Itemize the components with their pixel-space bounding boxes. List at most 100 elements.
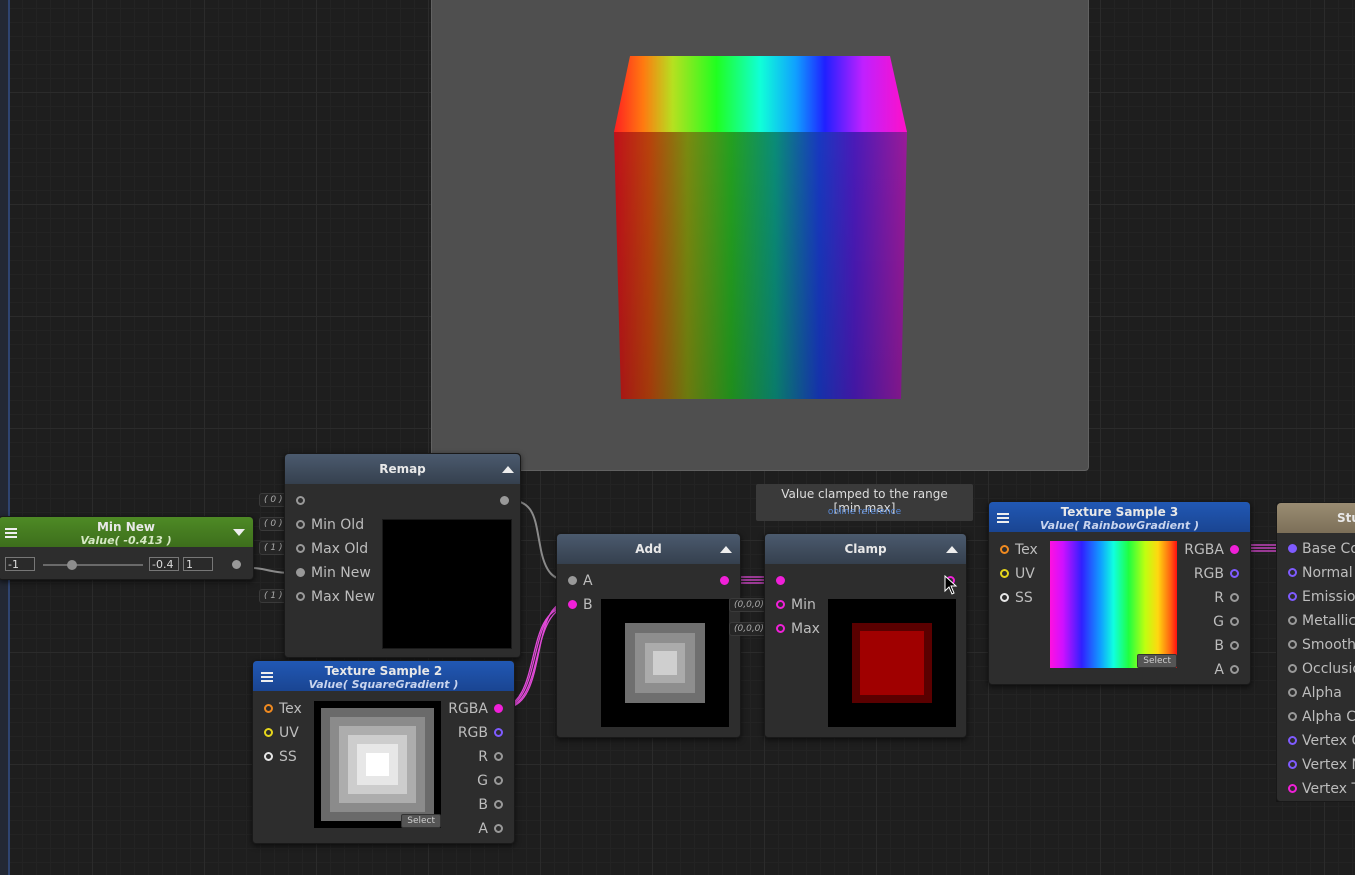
clamp-min-default[interactable]: (0,0,0) [729,598,769,612]
dropdown-icon[interactable] [233,529,245,536]
ts3-b-port[interactable] [1230,641,1239,650]
ts2-b-port[interactable] [494,800,503,809]
clamp-max-default[interactable]: (0,0,0) [729,622,769,636]
ts3-label-ss: SS [1015,590,1033,606]
ts2-r-port[interactable] [494,752,503,761]
output-label-vertex-offset: Vertex O [1302,733,1355,749]
output-label-occlusion: Occlusio [1302,661,1355,677]
texture-sample-3-node[interactable]: Texture Sample 3 Value( RainbowGradient … [988,501,1251,685]
slider-value-field[interactable] [149,557,179,571]
online-reference-link[interactable]: online reference [756,507,973,517]
preview-box-render [614,56,907,399]
output-metallic-port[interactable] [1288,616,1297,625]
output-header[interactable]: Stu [1277,503,1355,533]
min-new-title: Min New [96,520,156,534]
ts3-label-r: R [1214,590,1224,606]
output-node-clip: Stu Base Co Normal Emission Metallic Smo… [1276,502,1355,802]
clamp-label-max: Max [791,621,820,637]
min-new-node[interactable]: Min New Value( -0.413 ) [0,516,254,580]
add-node[interactable]: Add A B [556,533,741,738]
ts3-tex-port[interactable] [1000,545,1009,554]
ts2-tex-port[interactable] [264,704,273,713]
output-alpha-clip-port[interactable] [1288,712,1297,721]
output-label-smoothness: Smoothr [1302,637,1355,653]
add-output-port[interactable] [720,576,729,585]
remap-label-max-old: Max Old [311,541,369,557]
output-vertex-normal-port[interactable] [1288,760,1297,769]
remap-input-port-1[interactable] [296,520,305,529]
select-texture-button[interactable]: Select [401,814,441,828]
material-preview-window[interactable] [431,0,1089,471]
output-label-alpha-clip: Alpha Cl [1302,709,1355,725]
ts3-rgba-port[interactable] [1230,545,1239,554]
remap-title: Remap [379,462,426,476]
collapse-icon[interactable] [720,546,732,553]
clamp-input-min-port[interactable] [776,600,785,609]
ts2-label-rgb: RGB [457,725,488,741]
output-alpha-port[interactable] [1288,688,1297,697]
output-base-color-port[interactable] [1288,544,1297,553]
slider-min-field[interactable] [5,557,35,571]
remap-input-port-4[interactable] [296,592,305,601]
ts3-label-rgb: RGB [1193,566,1224,582]
output-occlusion-port[interactable] [1288,664,1297,673]
clamp-node[interactable]: Clamp Min Max [764,533,967,738]
select-texture-button[interactable]: Select [1137,654,1177,668]
remap-input-port-0[interactable] [296,496,305,505]
remap-label-min-new: Min New [311,565,371,581]
ts2-label-r: R [478,749,488,765]
ts2-g-port[interactable] [494,776,503,785]
output-smoothness-port[interactable] [1288,640,1297,649]
ts3-r-port[interactable] [1230,593,1239,602]
remap-node[interactable]: Remap Min Old Max Old Min New Max New [284,453,521,658]
square-gradient-texture-preview[interactable]: Select [314,701,441,828]
texture-sample-2-header[interactable]: Texture Sample 2 Value( SquareGradient ) [253,661,514,691]
output-label-vertex-normal: Vertex N [1302,757,1355,773]
remap-input-port-3[interactable] [296,568,305,577]
rainbow-gradient-texture-preview[interactable]: Select [1050,541,1177,668]
slider-knob[interactable] [67,560,77,570]
texture-sample-2-title: Texture Sample 2 [324,664,443,678]
ts2-label-rgba: RGBA [448,701,488,717]
ts3-uv-port[interactable] [1000,569,1009,578]
clamp-title: Clamp [844,542,887,556]
clamp-tooltip: Value clamped to the range [min,max] onl… [756,484,973,521]
clamp-input-value-port[interactable] [776,576,785,585]
ts3-g-port[interactable] [1230,617,1239,626]
output-label-vertex-tangent: Vertex T [1302,781,1355,797]
output-emission-port[interactable] [1288,592,1297,601]
ts3-label-g: G [1213,614,1224,630]
value-slider[interactable] [43,560,143,570]
add-label-b: B [583,597,593,613]
ts2-ss-port[interactable] [264,752,273,761]
ts3-rgb-port[interactable] [1230,569,1239,578]
clamp-input-max-port[interactable] [776,624,785,633]
texture-sample-3-subtitle: Value( RainbowGradient ) [1039,519,1200,532]
ts2-label-a: A [478,821,488,837]
ts2-rgba-port[interactable] [494,704,503,713]
ts2-rgb-port[interactable] [494,728,503,737]
add-input-b-port[interactable] [568,600,577,609]
remap-input-port-2[interactable] [296,544,305,553]
ts3-ss-port[interactable] [1000,593,1009,602]
collapse-icon[interactable] [946,546,958,553]
output-vertex-tangent-port[interactable] [1288,784,1297,793]
standard-output-node[interactable]: Stu Base Co Normal Emission Metallic Smo… [1276,502,1355,802]
min-new-output-port[interactable] [232,560,241,569]
ts3-a-port[interactable] [1230,665,1239,674]
texture-sample-3-header[interactable]: Texture Sample 3 Value( RainbowGradient … [989,502,1250,532]
add-input-a-port[interactable] [568,576,577,585]
output-normal-port[interactable] [1288,568,1297,577]
add-label-a: A [583,573,593,589]
ts2-uv-port[interactable] [264,728,273,737]
texture-sample-2-node[interactable]: Texture Sample 2 Value( SquareGradient )… [252,660,515,844]
add-header[interactable]: Add [557,534,740,564]
output-vertex-offset-port[interactable] [1288,736,1297,745]
remap-header[interactable]: Remap [285,454,520,484]
remap-output-port[interactable] [500,496,509,505]
slider-max-field[interactable] [183,557,213,571]
ts2-a-port[interactable] [494,824,503,833]
collapse-icon[interactable] [502,466,514,473]
clamp-header[interactable]: Clamp [765,534,966,564]
min-new-header[interactable]: Min New Value( -0.413 ) [0,517,253,547]
